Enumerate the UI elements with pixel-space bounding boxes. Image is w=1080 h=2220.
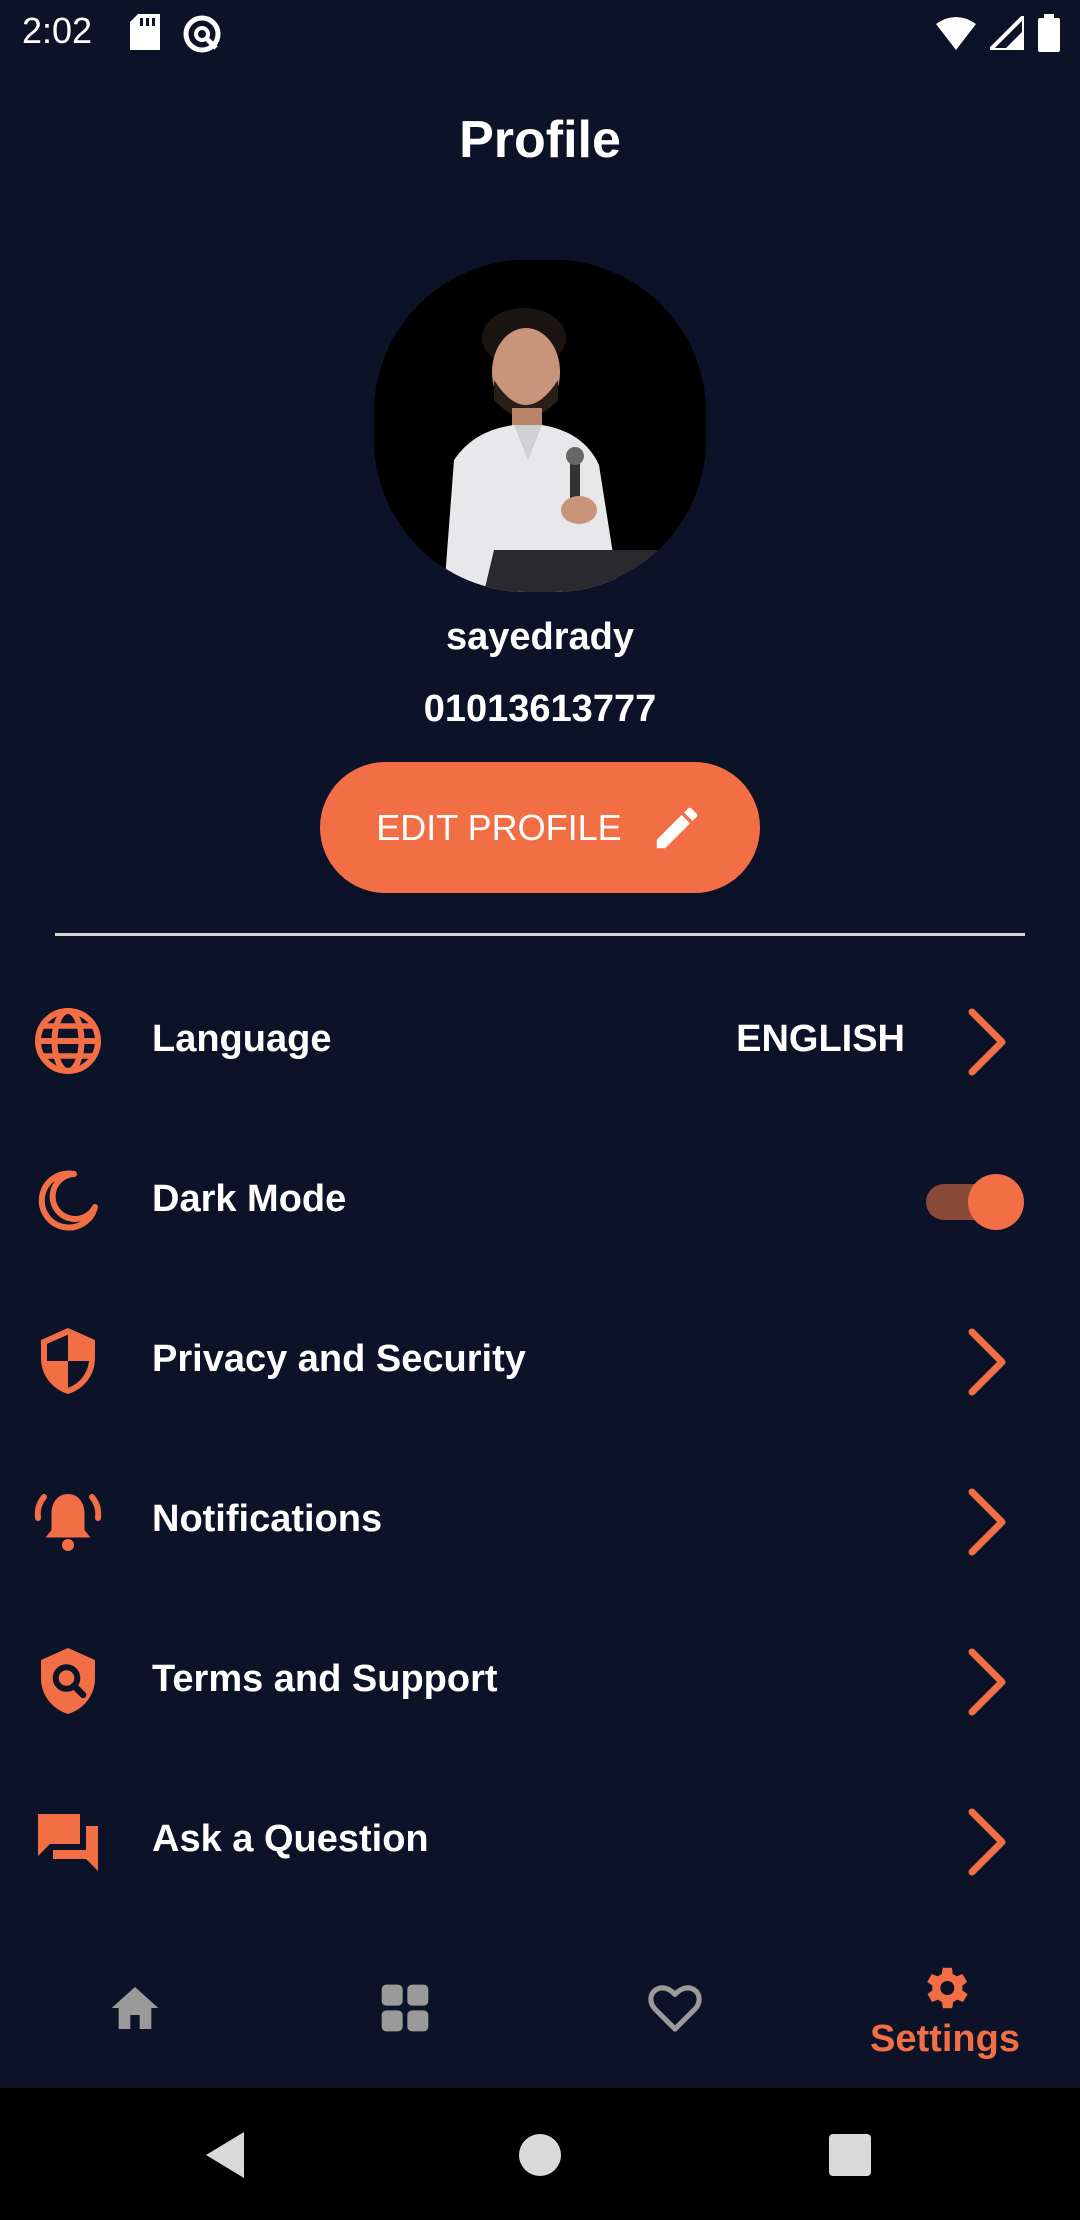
system-nav-bar <box>0 2088 1080 2220</box>
heart-icon <box>648 1985 702 2032</box>
sd-card-icon <box>130 14 160 50</box>
setting-notifications[interactable]: Notifications <box>0 1440 1080 1600</box>
dark-mode-label: Dark Mode <box>152 1178 347 1220</box>
privacy-label: Privacy and Security <box>152 1338 526 1380</box>
search-shield-icon <box>41 1648 95 1714</box>
home-icon <box>111 1987 159 2029</box>
globe-icon <box>35 1008 101 1074</box>
language-value: ENGLISH <box>736 1018 905 1060</box>
moon-icon <box>38 1170 98 1231</box>
pencil-icon <box>656 807 697 848</box>
avatar[interactable] <box>374 260 706 592</box>
shield-icon <box>41 1328 95 1394</box>
nav-home[interactable] <box>0 1940 270 2088</box>
setting-terms[interactable]: Terms and Support <box>0 1600 1080 1760</box>
language-label: Language <box>152 1018 332 1060</box>
chevron-right-icon[interactable] <box>966 1806 1010 1878</box>
profile-photo <box>374 260 706 592</box>
nav-settings-label: Settings <box>870 2018 1020 2060</box>
nav-settings[interactable]: Settings <box>810 1940 1080 2088</box>
username: sayedrady <box>445 616 634 658</box>
divider <box>55 933 1025 936</box>
back-icon[interactable] <box>200 2128 254 2182</box>
status-bar: 2:02 <box>0 0 1080 66</box>
recents-icon[interactable] <box>823 2128 877 2182</box>
terms-label: Terms and Support <box>152 1658 498 1700</box>
ask-question-label: Ask a Question <box>152 1818 429 1860</box>
bottom-nav: Settings <box>0 1940 1080 2088</box>
chevron-right-icon[interactable] <box>966 1006 1010 1078</box>
toggle-thumb <box>968 1174 1024 1230</box>
gear-icon <box>927 1967 968 2009</box>
grid-icon <box>381 1984 429 2032</box>
setting-ask-question[interactable]: Ask a Question <box>0 1760 1080 1920</box>
edit-profile-label: EDIT PROFILE <box>376 806 622 848</box>
chevron-right-icon[interactable] <box>966 1486 1010 1558</box>
home-circle-icon[interactable] <box>513 2128 567 2182</box>
chat-icon <box>38 1814 98 1871</box>
at-icon <box>183 15 221 53</box>
dark-mode-toggle[interactable] <box>924 1174 1024 1230</box>
settings-list: Language ENGLISH Dark Mode Privacy and S… <box>0 960 1080 1920</box>
chevron-right-icon[interactable] <box>966 1646 1010 1718</box>
signal-icon <box>990 16 1024 50</box>
wifi-icon <box>936 17 976 50</box>
bell-icon <box>34 1494 102 1551</box>
setting-dark-mode: Dark Mode <box>0 1120 1080 1280</box>
phone-number: 01013613777 <box>423 688 657 730</box>
setting-language[interactable]: Language ENGLISH <box>0 960 1080 1120</box>
nav-favorites[interactable] <box>540 1940 810 2088</box>
status-time: 2:02 <box>22 10 93 51</box>
nav-grid[interactable] <box>270 1940 540 2088</box>
chevron-right-icon[interactable] <box>966 1326 1010 1398</box>
notifications-label: Notifications <box>152 1498 383 1540</box>
setting-privacy[interactable]: Privacy and Security <box>0 1280 1080 1440</box>
page-title: Profile <box>459 111 621 169</box>
edit-profile-button[interactable]: EDIT PROFILE <box>320 762 760 893</box>
battery-icon <box>1038 14 1060 52</box>
